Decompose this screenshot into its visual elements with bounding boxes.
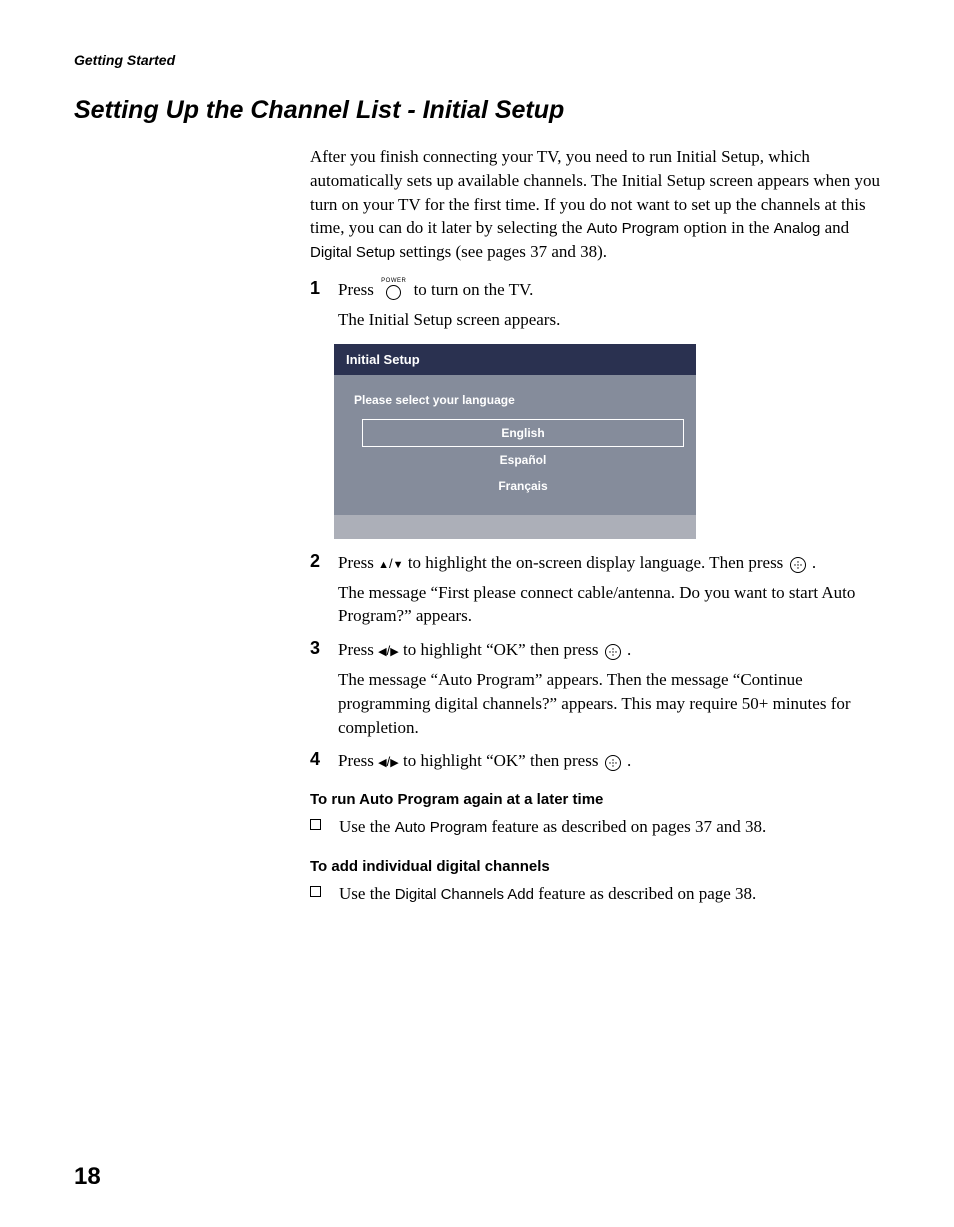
tv-menu-body: Please select your language English Espa… [334,375,696,515]
leftright-arrow-icon: ◀/▶ [378,754,399,769]
enter-button-icon [605,644,621,660]
bullet1-pre: Use the [339,817,395,836]
step-body: Press POWER to turn on the TV. The Initi… [338,278,880,332]
feature-auto-program: Auto Program [395,819,488,836]
tv-menu-footer [334,515,696,539]
step3-sub: The message “Auto Program” appears. Then… [338,668,880,739]
tv-menu-screenshot: Initial Setup Please select your languag… [334,344,696,539]
step-body: Press ◀/▶ to highlight “OK” then press .… [338,638,880,739]
tv-menu-options: English Español Français [334,419,696,499]
step4-pre: Press [338,751,378,770]
step-2: 2 Press ▲/▼ to highlight the on-screen d… [310,551,880,628]
bullet2-post: feature as described on page 38. [534,884,756,903]
step1-sub: The Initial Setup screen appears. [338,308,880,332]
menu-term-analog: Analog [774,220,821,237]
tv-menu-option-espanol: Español [362,447,684,473]
step-number: 4 [310,749,338,770]
bullet1-post: feature as described on pages 37 and 38. [487,817,766,836]
updown-arrow-icon: ▲/▼ [378,556,403,571]
power-button-icon: POWER [381,278,406,300]
step2-pre: Press [338,553,378,572]
intro-text-3: settings (see pages 37 and 38). [395,242,607,261]
power-label: POWER [381,278,406,284]
bullet-item: Use the Auto Program feature as describe… [310,814,880,840]
step2-dot: . [812,553,816,572]
step-4: 4 Press ◀/▶ to highlight “OK” then press… [310,749,880,773]
step-number: 1 [310,278,338,299]
manual-page: Getting Started Setting Up the Channel L… [0,0,954,1227]
tv-menu-prompt: Please select your language [334,375,696,419]
intro-paragraph: After you finish connecting your TV, you… [310,145,880,264]
step-number: 2 [310,551,338,572]
feature-digital-channels-add: Digital Channels Add [395,886,534,903]
power-circle-icon [386,285,401,300]
step1-post: to turn on the TV. [414,280,534,299]
page-number: 18 [74,1163,101,1191]
menu-term-auto-program: Auto Program [587,220,680,237]
step-body: Press ◀/▶ to highlight “OK” then press . [338,749,880,773]
bullet-text: Use the Auto Program feature as describe… [339,814,766,840]
subheading-auto-program-again: To run Auto Program again at a later tim… [310,791,880,808]
step-3: 3 Press ◀/▶ to highlight “OK” then press… [310,638,880,739]
intro-text-2: option in the [679,218,773,237]
bullet-item: Use the Digital Channels Add feature as … [310,881,880,907]
step4-mid: to highlight “OK” then press [399,751,603,770]
step3-dot: . [627,640,631,659]
page-title: Setting Up the Channel List - Initial Se… [74,96,880,125]
checkbox-bullet-icon [310,886,321,897]
menu-term-digital-setup: Digital Setup [310,244,395,261]
step-body: Press ▲/▼ to highlight the on-screen dis… [338,551,880,628]
bullet-text: Use the Digital Channels Add feature as … [339,881,756,907]
section-header: Getting Started [74,52,880,68]
step-number: 3 [310,638,338,659]
step3-mid: to highlight “OK” then press [399,640,603,659]
step3-pre: Press [338,640,378,659]
checkbox-bullet-icon [310,819,321,830]
step2-sub: The message “First please connect cable/… [338,581,880,629]
enter-button-icon [605,755,621,771]
step2-mid: to highlight the on-screen display langu… [404,553,788,572]
tv-menu-option-english: English [362,419,684,447]
tv-menu-title: Initial Setup [334,344,696,375]
step-1: 1 Press POWER to turn on the TV. The Ini… [310,278,880,332]
step4-dot: . [627,751,631,770]
step1-pre: Press [338,280,378,299]
bullet2-pre: Use the [339,884,395,903]
subheading-add-digital-channels: To add individual digital channels [310,858,880,875]
content-block: After you finish connecting your TV, you… [310,145,880,906]
intro-text-and: and [820,218,849,237]
tv-menu-option-francais: Français [362,473,684,499]
enter-button-icon [790,557,806,573]
leftright-arrow-icon: ◀/▶ [378,643,399,658]
